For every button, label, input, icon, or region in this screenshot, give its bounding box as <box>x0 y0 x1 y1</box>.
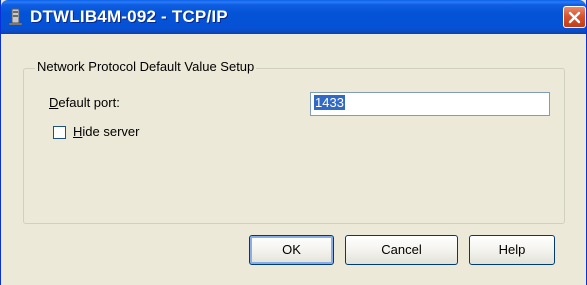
hide-server-label[interactable]: Hide server <box>73 124 139 140</box>
hide-server-mnemonic: H <box>73 124 83 139</box>
default-port-input[interactable]: 1433 <box>310 92 550 116</box>
hide-server-label-text: ide server <box>82 124 140 139</box>
groupbox-label: Network Protocol Default Value Setup <box>35 59 257 75</box>
help-button[interactable]: Help <box>469 235 555 265</box>
default-port-label-text: efault port: <box>58 95 120 110</box>
cancel-button[interactable]: Cancel <box>345 235 458 265</box>
title-bar[interactable]: DTWLIB4M-092 - TCP/IP <box>1 0 586 34</box>
default-port-mnemonic: D <box>49 95 59 110</box>
default-port-value: 1433 <box>314 95 345 110</box>
close-button[interactable] <box>563 6 586 28</box>
default-port-label: Default port: <box>49 95 120 111</box>
hide-server-checkbox[interactable] <box>53 126 66 139</box>
dialog-window: DTWLIB4M-092 - TCP/IP Network Protocol D… <box>0 0 587 285</box>
close-icon <box>568 11 581 24</box>
window-title: DTWLIB4M-092 - TCP/IP <box>30 7 228 26</box>
ok-button[interactable]: OK <box>249 235 334 265</box>
server-config-icon <box>8 8 24 26</box>
